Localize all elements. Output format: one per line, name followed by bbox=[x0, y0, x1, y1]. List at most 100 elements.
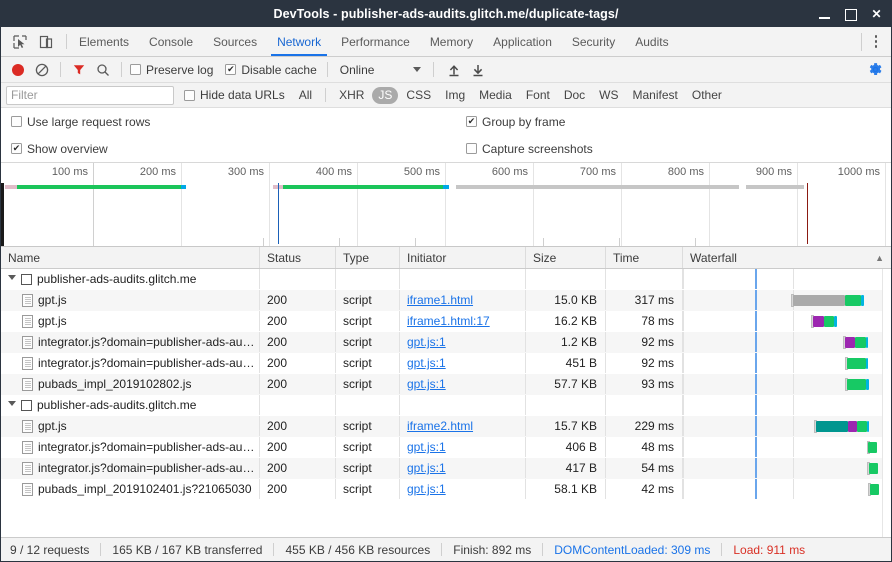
expand-collapse-icon[interactable] bbox=[8, 401, 16, 410]
export-har-button[interactable] bbox=[468, 60, 488, 80]
tab-security[interactable]: Security bbox=[562, 27, 625, 56]
column-header-size[interactable]: Size bbox=[526, 247, 606, 268]
overview-tick-label: 400 ms bbox=[316, 166, 357, 178]
device-toolbar-icon[interactable] bbox=[36, 32, 56, 52]
preserve-log-checkbox[interactable]: Preserve log bbox=[130, 63, 213, 77]
disable-cache-checkbox[interactable]: Disable cache bbox=[225, 63, 316, 77]
script-file-icon bbox=[22, 294, 33, 307]
toolbar-divider-1 bbox=[60, 62, 61, 77]
table-row[interactable]: integrator.js?domain=publisher-ads-au…20… bbox=[1, 353, 891, 374]
throttling-select[interactable]: Online bbox=[338, 63, 424, 77]
initiator-link[interactable]: iframe1.html:17 bbox=[407, 314, 490, 328]
filter-type-all[interactable]: All bbox=[293, 87, 318, 104]
initiator-link[interactable]: gpt.js:1 bbox=[407, 377, 446, 391]
window-minimize-button[interactable] bbox=[818, 8, 831, 21]
frame-group-row[interactable]: publisher-ads-audits.glitch.me bbox=[1, 269, 891, 290]
inspect-element-icon[interactable] bbox=[10, 32, 30, 52]
tab-audits[interactable]: Audits bbox=[625, 27, 678, 56]
tab-sources[interactable]: Sources bbox=[203, 27, 267, 56]
table-row[interactable]: gpt.js200scriptiframe1.html:1716.2 KB78 … bbox=[1, 311, 891, 332]
gear-icon[interactable] bbox=[865, 60, 885, 80]
request-name: gpt.js bbox=[38, 419, 67, 433]
cell-initiator bbox=[400, 395, 526, 415]
table-row[interactable]: pubads_impl_2019102401.js?21065030200scr… bbox=[1, 479, 891, 500]
tab-application[interactable]: Application bbox=[483, 27, 562, 56]
column-header-waterfall[interactable]: Waterfall▲ bbox=[683, 247, 891, 268]
waterfall-bar-segment bbox=[847, 379, 866, 390]
column-header-type[interactable]: Type bbox=[336, 247, 400, 268]
overview-tick-label: 1000 ms bbox=[838, 166, 885, 178]
filter-type-media[interactable]: Media bbox=[473, 87, 518, 104]
vertical-scrollbar[interactable] bbox=[882, 269, 891, 537]
devtools-tab-bar: Elements Console Sources Network Perform… bbox=[1, 27, 891, 57]
table-row[interactable]: integrator.js?domain=publisher-ads-au…20… bbox=[1, 332, 891, 353]
record-button[interactable] bbox=[8, 60, 28, 80]
tab-network[interactable]: Network bbox=[267, 27, 331, 56]
waterfall-bar-segment bbox=[866, 379, 869, 390]
request-name: gpt.js bbox=[38, 293, 67, 307]
table-row[interactable]: pubads_impl_2019102802.js200scriptgpt.js… bbox=[1, 374, 891, 395]
table-row[interactable]: integrator.js?domain=publisher-ads-au…20… bbox=[1, 458, 891, 479]
filter-type-js[interactable]: JS bbox=[372, 87, 398, 104]
tab-memory[interactable]: Memory bbox=[420, 27, 483, 56]
import-har-button[interactable] bbox=[444, 60, 464, 80]
column-header-status[interactable]: Status bbox=[260, 247, 336, 268]
table-row[interactable]: integrator.js?domain=publisher-ads-au…20… bbox=[1, 437, 891, 458]
initiator-link[interactable]: iframe1.html bbox=[407, 293, 473, 307]
frame2-blue-cap bbox=[443, 185, 449, 189]
group-by-frame-checkbox[interactable]: Group by frame bbox=[466, 115, 891, 129]
filter-type-xhr[interactable]: XHR bbox=[333, 87, 370, 104]
table-header-row: NameStatusTypeInitiatorSize Time Waterfall… bbox=[1, 247, 891, 269]
domcontentloaded-line bbox=[755, 479, 757, 499]
network-filter-row: Hide data URLs All XHR JS CSS Img Media … bbox=[1, 83, 891, 108]
network-overview-timeline[interactable]: 100 ms200 ms300 ms400 ms500 ms600 ms700 … bbox=[1, 163, 891, 247]
waterfall-gridline bbox=[683, 353, 684, 373]
initiator-link[interactable]: gpt.js:1 bbox=[407, 461, 446, 475]
filter-type-doc[interactable]: Doc bbox=[558, 87, 591, 104]
more-options-icon[interactable] bbox=[868, 33, 884, 51]
script-file-icon bbox=[22, 462, 33, 475]
cell-name: publisher-ads-audits.glitch.me bbox=[1, 269, 260, 289]
tab-elements[interactable]: Elements bbox=[69, 27, 139, 56]
initiator-link[interactable]: gpt.js:1 bbox=[407, 482, 446, 496]
expand-collapse-icon[interactable] bbox=[8, 275, 16, 284]
script-file-icon bbox=[22, 357, 33, 370]
initiator-link[interactable]: gpt.js:1 bbox=[407, 356, 446, 370]
cell-status bbox=[260, 395, 336, 415]
search-icon[interactable] bbox=[93, 60, 113, 80]
column-header-time[interactable]: Time bbox=[606, 247, 683, 268]
waterfall-gridline bbox=[683, 479, 684, 499]
column-header-name[interactable]: Name bbox=[1, 247, 260, 268]
filter-type-img[interactable]: Img bbox=[439, 87, 471, 104]
filter-type-ws[interactable]: WS bbox=[593, 87, 624, 104]
cell-time: 54 ms bbox=[606, 458, 683, 478]
initiator-link[interactable]: iframe2.html bbox=[407, 419, 473, 433]
clear-button[interactable] bbox=[32, 60, 52, 80]
column-header-label: Time bbox=[613, 251, 639, 265]
filter-icon[interactable] bbox=[69, 60, 89, 80]
cell-size: 406 B bbox=[526, 437, 606, 457]
initiator-link[interactable]: gpt.js:1 bbox=[407, 335, 446, 349]
frame-group-row[interactable]: publisher-ads-audits.glitch.me bbox=[1, 395, 891, 416]
tab-performance[interactable]: Performance bbox=[331, 27, 420, 56]
capture-screenshots-checkbox[interactable]: Capture screenshots bbox=[466, 142, 891, 156]
table-row[interactable]: gpt.js200scriptiframe2.html15.7 KB229 ms bbox=[1, 416, 891, 437]
waterfall-gridline bbox=[793, 269, 794, 289]
cell-size: 57.7 KB bbox=[526, 374, 606, 394]
request-name: publisher-ads-audits.glitch.me bbox=[37, 272, 196, 286]
use-large-request-rows-checkbox[interactable]: Use large request rows bbox=[11, 115, 466, 129]
filter-input[interactable] bbox=[6, 86, 174, 105]
status-finish: Finish: 892 ms bbox=[453, 543, 531, 557]
tab-console[interactable]: Console bbox=[139, 27, 203, 56]
filter-type-css[interactable]: CSS bbox=[400, 87, 437, 104]
initiator-link[interactable]: gpt.js:1 bbox=[407, 440, 446, 454]
hide-data-urls-checkbox[interactable]: Hide data URLs bbox=[184, 88, 285, 102]
filter-type-manifest[interactable]: Manifest bbox=[627, 87, 684, 104]
window-maximize-button[interactable] bbox=[844, 8, 857, 21]
show-overview-checkbox[interactable]: Show overview bbox=[11, 142, 466, 156]
table-row[interactable]: gpt.js200scriptiframe1.html15.0 KB317 ms bbox=[1, 290, 891, 311]
filter-type-font[interactable]: Font bbox=[520, 87, 556, 104]
filter-type-other[interactable]: Other bbox=[686, 87, 728, 104]
window-close-button[interactable]: ✕ bbox=[870, 8, 883, 21]
column-header-initiator[interactable]: Initiator bbox=[400, 247, 526, 268]
